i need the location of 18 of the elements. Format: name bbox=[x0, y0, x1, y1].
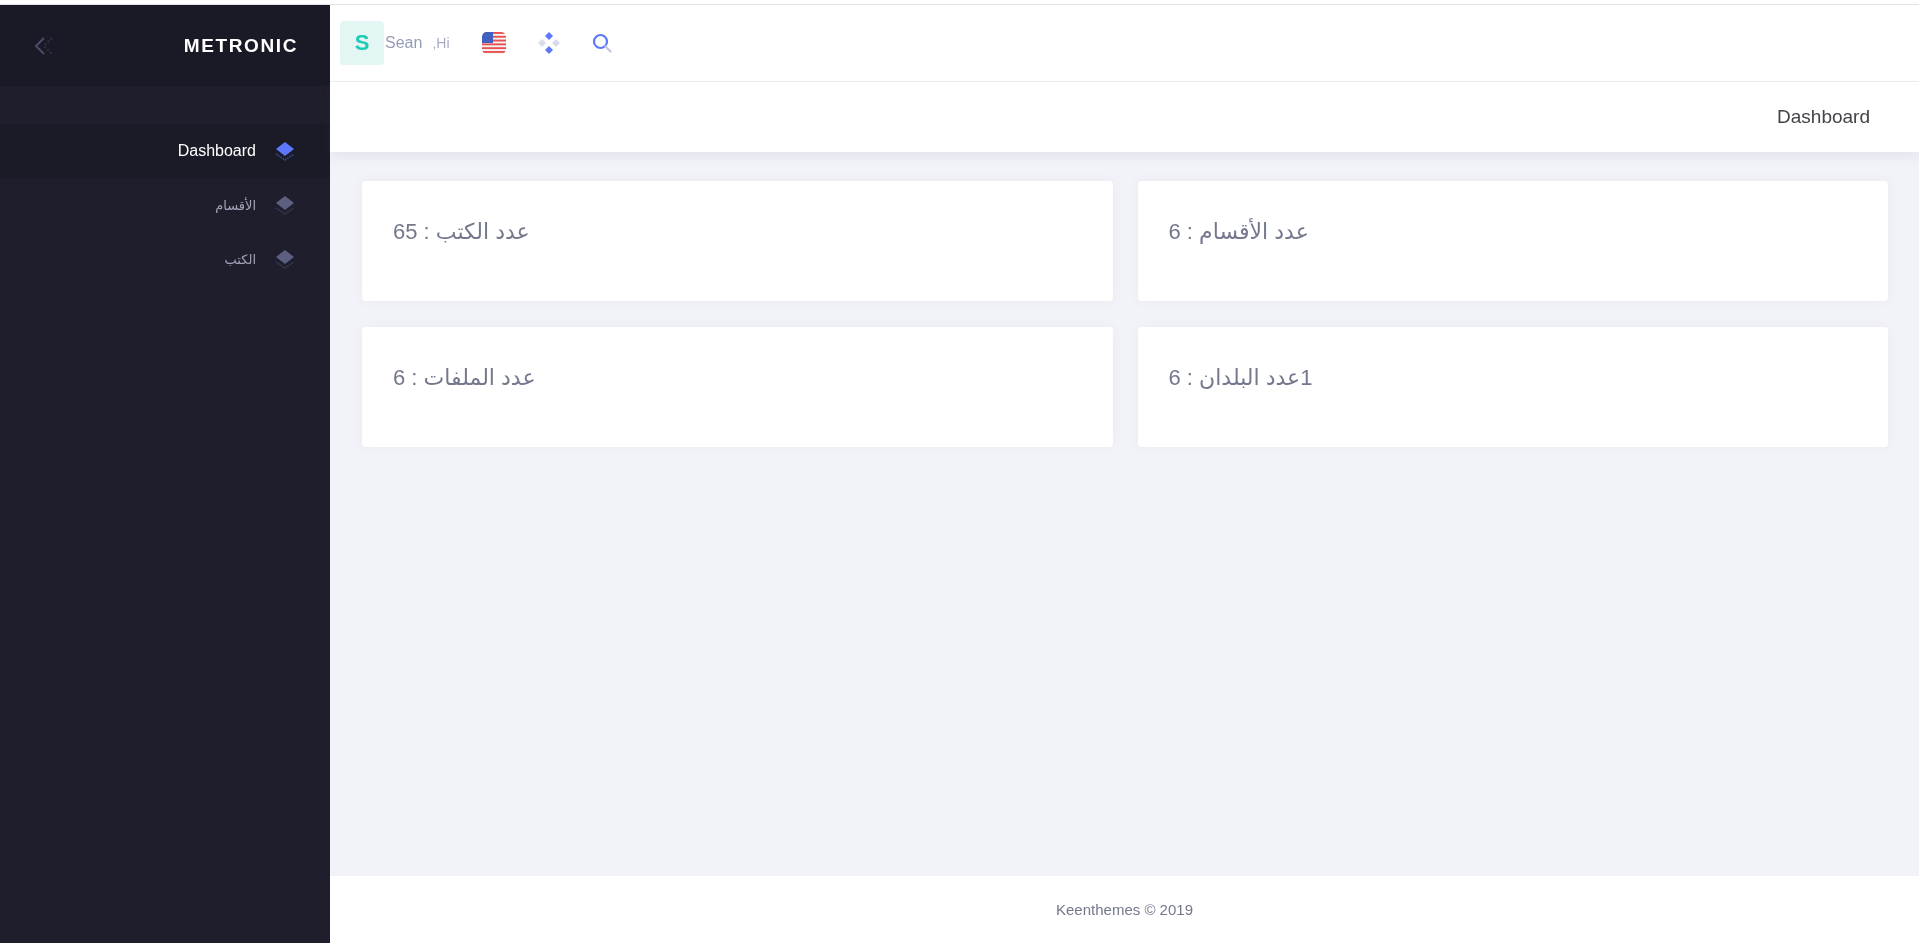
flag-icon[interactable] bbox=[481, 32, 506, 54]
stat-text: عدد الملفات : 6 bbox=[393, 365, 536, 391]
sidebar-item[interactable]: Dashboard bbox=[0, 124, 330, 178]
search-icon[interactable] bbox=[591, 33, 612, 53]
greeting-text: ,Hi bbox=[432, 35, 450, 51]
stat-text: عدد الأقسام : 6 bbox=[1168, 219, 1309, 245]
stat-text: عدد الكتب : 65 bbox=[393, 219, 530, 245]
stat-text: 1عدد البلدان : 6 bbox=[1168, 365, 1313, 391]
sidebar-item[interactable]: الأقسام bbox=[0, 178, 330, 232]
layers-icon bbox=[274, 194, 296, 216]
sidebar-item[interactable]: الكتب bbox=[0, 232, 330, 286]
brand-logo[interactable]: METRONIC bbox=[183, 34, 298, 57]
double-chevron-icon[interactable] bbox=[34, 35, 56, 56]
layers-icon bbox=[274, 248, 296, 270]
page-title: Dashboard bbox=[1777, 106, 1870, 128]
layers-icon bbox=[274, 140, 296, 162]
grid-diamonds-icon[interactable] bbox=[536, 31, 561, 55]
footer-copyright: Keenthemes © 2019 bbox=[1056, 901, 1193, 918]
